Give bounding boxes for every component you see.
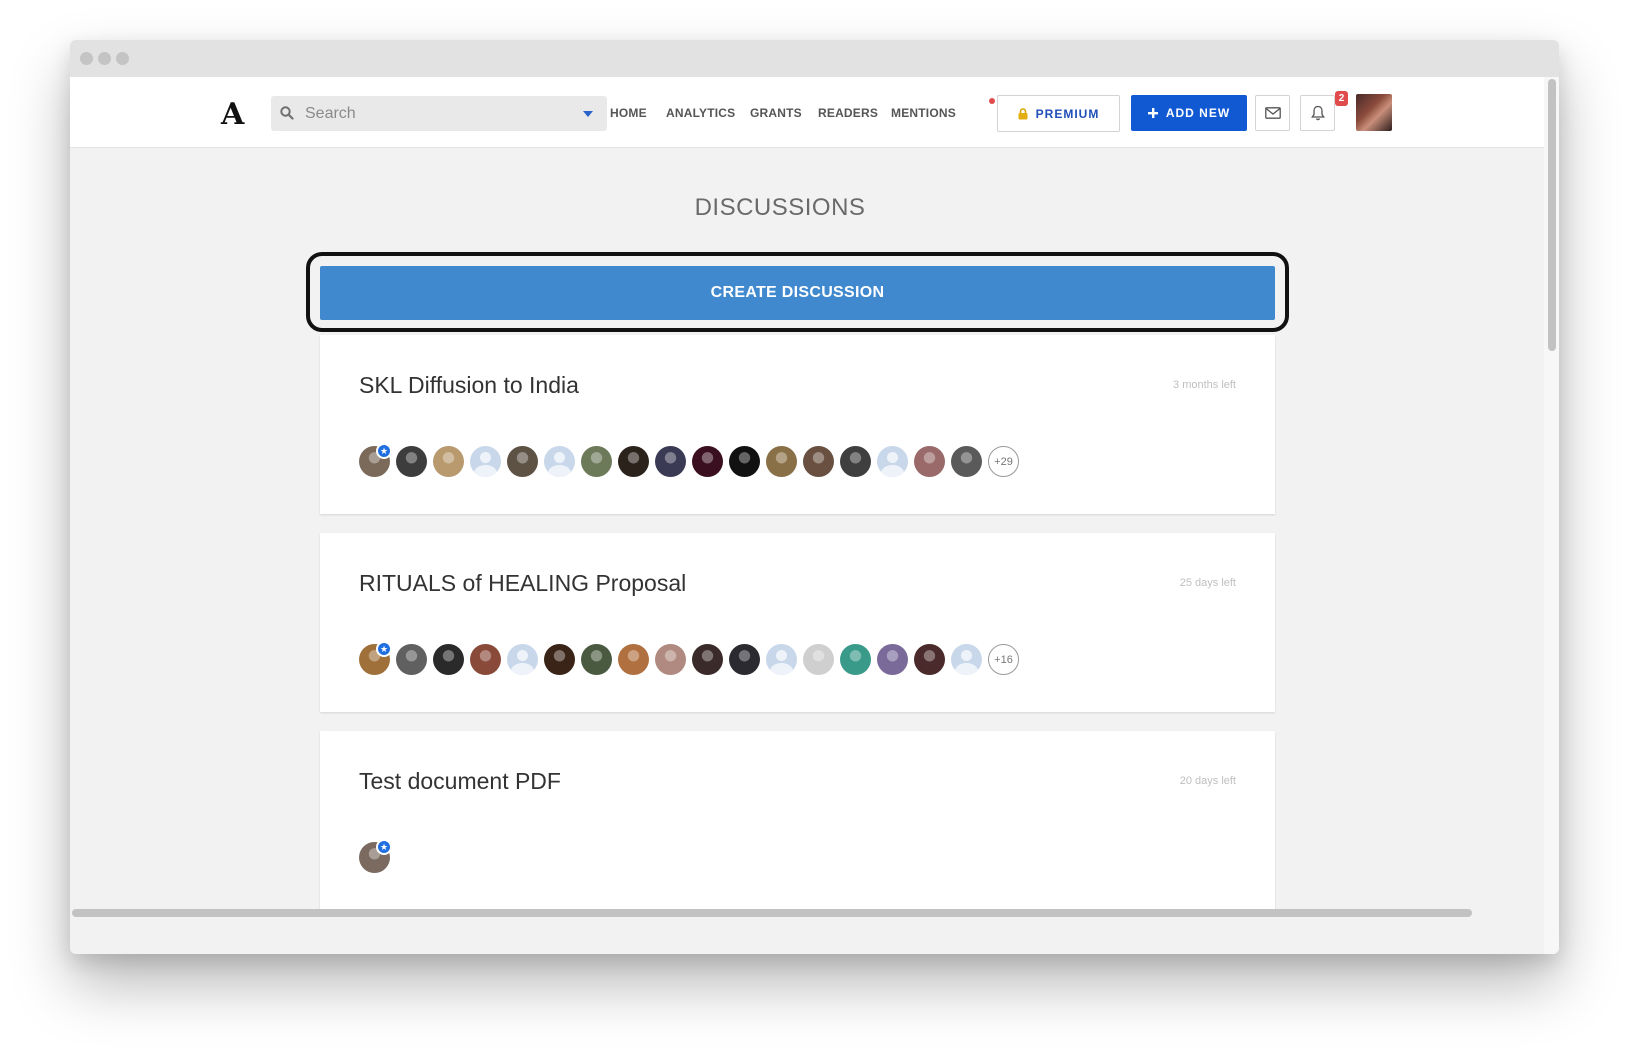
participant-avatar[interactable]: ★ bbox=[359, 839, 392, 873]
participant-avatar[interactable] bbox=[507, 446, 538, 477]
participant-avatar[interactable] bbox=[507, 644, 538, 675]
participant-avatar[interactable] bbox=[803, 644, 834, 675]
bell-icon bbox=[1310, 105, 1325, 121]
participant-avatar[interactable] bbox=[951, 644, 982, 675]
more-participants-count[interactable]: +16 bbox=[988, 644, 1019, 675]
participant-avatar[interactable] bbox=[396, 644, 427, 675]
nav-link-readers[interactable]: READERS bbox=[818, 106, 878, 120]
participant-avatar[interactable] bbox=[951, 446, 982, 477]
participant-avatar[interactable] bbox=[655, 446, 686, 477]
window-titlebar bbox=[70, 40, 1559, 77]
nav-link-home[interactable]: HOME bbox=[610, 106, 647, 120]
discussion-title[interactable]: Test document PDF bbox=[359, 768, 561, 795]
participant-avatar[interactable] bbox=[581, 446, 612, 477]
participant-avatar[interactable] bbox=[766, 644, 797, 675]
search-input[interactable]: Search bbox=[305, 105, 356, 123]
participant-avatar[interactable] bbox=[803, 446, 834, 477]
top-navbar: A Search HOME ANALYTICS GRANTS READERS M… bbox=[70, 77, 1544, 148]
participant-avatar[interactable] bbox=[877, 644, 908, 675]
participant-avatar[interactable] bbox=[692, 644, 723, 675]
participant-avatar[interactable] bbox=[729, 644, 760, 675]
star-icon: ★ bbox=[376, 443, 392, 459]
participant-avatar[interactable] bbox=[433, 446, 464, 477]
participant-avatar[interactable] bbox=[840, 446, 871, 477]
participant-avatar[interactable] bbox=[544, 644, 575, 675]
star-icon: ★ bbox=[376, 839, 392, 855]
nav-link-grants[interactable]: GRANTS bbox=[750, 106, 802, 120]
window-zoom-dot[interactable] bbox=[116, 52, 129, 65]
discussion-time-left: 25 days left bbox=[1179, 577, 1236, 589]
search-dropdown-caret-icon[interactable] bbox=[583, 111, 593, 117]
participant-avatar[interactable] bbox=[914, 644, 945, 675]
participant-avatar[interactable] bbox=[618, 446, 649, 477]
discussion-title[interactable]: RITUALS of HEALING Proposal bbox=[359, 570, 686, 597]
participant-avatar[interactable] bbox=[877, 446, 908, 477]
star-icon: ★ bbox=[376, 641, 392, 657]
participant-avatar[interactable] bbox=[655, 644, 686, 675]
mentions-indicator-dot bbox=[989, 98, 995, 104]
participant-avatar[interactable]: ★ bbox=[359, 641, 392, 675]
discussion-time-left: 3 months left bbox=[1173, 379, 1236, 391]
create-discussion-button[interactable]: CREATE DISCUSSION bbox=[320, 266, 1275, 320]
participant-avatar[interactable] bbox=[766, 446, 797, 477]
nav-link-mentions[interactable]: MENTIONS bbox=[891, 106, 956, 120]
discussion-card[interactable]: Test document PDF 20 days left ★ bbox=[320, 731, 1275, 911]
participant-avatar[interactable] bbox=[470, 446, 501, 477]
add-new-button[interactable]: ADD NEW bbox=[1131, 95, 1247, 131]
vertical-scrollbar-thumb[interactable] bbox=[1548, 79, 1556, 351]
nav-link-analytics[interactable]: ANALYTICS bbox=[666, 106, 735, 120]
more-participants-count[interactable]: +29 bbox=[988, 446, 1019, 477]
participant-avatar[interactable] bbox=[544, 446, 575, 477]
discussion-title[interactable]: SKL Diffusion to India bbox=[359, 372, 579, 399]
window-minimize-dot[interactable] bbox=[98, 52, 111, 65]
participant-avatar[interactable] bbox=[618, 644, 649, 675]
participant-avatars: ★ +29 bbox=[359, 443, 1019, 477]
page-title: DISCUSSIONS bbox=[694, 194, 866, 221]
participant-avatar[interactable] bbox=[396, 446, 427, 477]
add-new-label: ADD NEW bbox=[1165, 106, 1231, 120]
premium-button[interactable]: PREMIUM bbox=[997, 95, 1120, 132]
participant-avatars: ★ bbox=[359, 839, 392, 873]
site-logo[interactable]: A bbox=[221, 97, 244, 132]
participant-avatar[interactable]: ★ bbox=[359, 443, 392, 477]
discussion-card[interactable]: SKL Diffusion to India 3 months left ★ +2… bbox=[320, 335, 1275, 514]
discussion-card[interactable]: RITUALS of HEALING Proposal 25 days left… bbox=[320, 533, 1275, 712]
notifications-button[interactable] bbox=[1300, 95, 1335, 131]
plus-icon bbox=[1147, 108, 1158, 118]
participant-avatar[interactable] bbox=[470, 644, 501, 675]
participant-avatars: ★ +16 bbox=[359, 641, 1019, 675]
search-bar[interactable]: Search bbox=[271, 96, 607, 131]
participant-avatar[interactable] bbox=[692, 446, 723, 477]
participant-avatar[interactable] bbox=[433, 644, 464, 675]
search-icon bbox=[280, 106, 294, 120]
premium-label: PREMIUM bbox=[1035, 106, 1100, 121]
envelope-icon bbox=[1264, 107, 1281, 119]
window-close-dot[interactable] bbox=[80, 52, 93, 65]
horizontal-scrollbar-thumb[interactable] bbox=[72, 909, 1472, 917]
participant-avatar[interactable] bbox=[914, 446, 945, 477]
notification-count-badge: 2 bbox=[1335, 91, 1348, 106]
discussion-time-left: 20 days left bbox=[1179, 775, 1236, 787]
participant-avatar[interactable] bbox=[581, 644, 612, 675]
messages-button[interactable] bbox=[1255, 95, 1290, 131]
participant-avatar[interactable] bbox=[729, 446, 760, 477]
lock-icon bbox=[1018, 107, 1028, 119]
participant-avatar[interactable] bbox=[840, 644, 871, 675]
user-avatar[interactable] bbox=[1356, 94, 1392, 131]
browser-window: A Search HOME ANALYTICS GRANTS READERS M… bbox=[70, 40, 1559, 954]
